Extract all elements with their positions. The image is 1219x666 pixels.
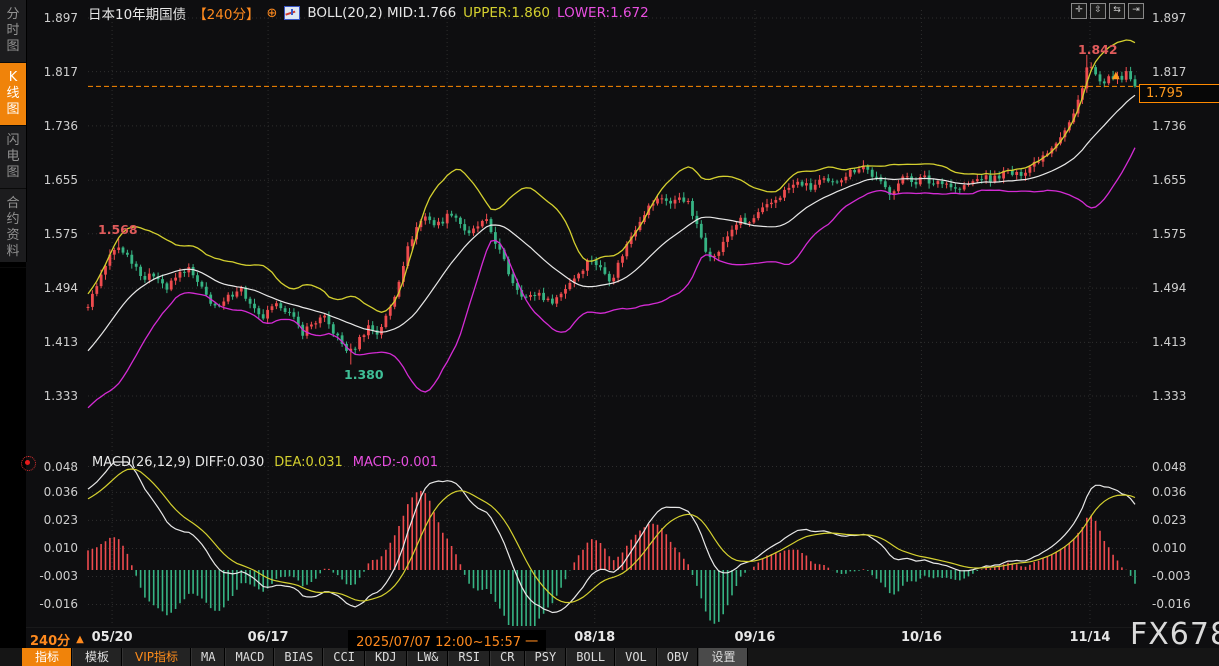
add-indicator-icon[interactable]: ⊕ bbox=[266, 6, 277, 21]
toolbar-button-MACD[interactable]: MACD bbox=[225, 648, 274, 666]
macd-name-diff: MACD(26,12,9) DIFF:0.030 bbox=[92, 455, 264, 470]
price-axis-label: 1.655 bbox=[1152, 173, 1212, 187]
price-axis-label: 1.897 bbox=[18, 11, 78, 25]
macd-axis-label: -0.016 bbox=[1152, 597, 1212, 611]
boll-lower-value: LOWER:1.672 bbox=[557, 5, 649, 21]
toolbar-button-BIAS[interactable]: BIAS bbox=[274, 648, 323, 666]
x-axis-tick: 11/14 bbox=[1070, 630, 1111, 645]
macd-axis-label: 0.048 bbox=[18, 460, 78, 474]
macd-axis-label: -0.016 bbox=[18, 597, 78, 611]
x-axis-row bbox=[26, 628, 1219, 648]
macd-dea-value: DEA:0.031 bbox=[274, 455, 343, 470]
trading-app-window: 日本10年期国债 【240分】 ⊕ BOLL(20,2) MID:1.766 U… bbox=[0, 0, 1219, 666]
indicator-toolbar: 指标模板VIP指标MAMACDBIASCCIKDJLW&RSICRPSYBOLL… bbox=[0, 648, 1219, 666]
macd-axis-label: 0.048 bbox=[1152, 460, 1212, 474]
price-axis-label: 1.413 bbox=[1152, 335, 1212, 349]
toolbar-button-VIP指标[interactable]: VIP指标 bbox=[122, 648, 191, 666]
last-price-box: 1.795 bbox=[1139, 84, 1219, 103]
x-axis-selected-range: 2025/07/07 12:00~15:57 一 bbox=[348, 630, 546, 651]
macd-axis-label: 0.036 bbox=[18, 485, 78, 499]
price-axis-label: 1.333 bbox=[18, 389, 78, 403]
price-axis-label: 1.817 bbox=[1152, 65, 1212, 79]
fit-horizontal-icon[interactable]: ⇆ bbox=[1109, 3, 1125, 19]
chart-title-row: 日本10年期国债 【240分】 ⊕ BOLL(20,2) MID:1.766 U… bbox=[88, 4, 649, 22]
last-price-marker-icon: ▲ bbox=[1112, 70, 1120, 81]
macd-axis-label: -0.003 bbox=[18, 569, 78, 583]
toolbar-button-MA[interactable]: MA bbox=[191, 648, 225, 666]
toolbar-button-OBV[interactable]: OBV bbox=[657, 648, 699, 666]
macd-axis-label: 0.036 bbox=[1152, 485, 1212, 499]
macd-axis-label: 0.023 bbox=[1152, 513, 1212, 527]
toolbar-button-VOL[interactable]: VOL bbox=[615, 648, 657, 666]
macd-header: MACD(26,12,9) DIFF:0.030 DEA:0.031 MACD:… bbox=[92, 455, 438, 470]
price-axis-label: 1.333 bbox=[1152, 389, 1212, 403]
price-axis-label: 1.575 bbox=[1152, 227, 1212, 241]
boll-upper-value: UPPER:1.860 bbox=[463, 5, 550, 21]
price-axis-label: 1.736 bbox=[18, 119, 78, 133]
toolbar-button-BOLL[interactable]: BOLL bbox=[566, 648, 615, 666]
macd-axis-label: 0.023 bbox=[18, 513, 78, 527]
price-axis-label: 1.817 bbox=[18, 65, 78, 79]
price-annotation: 1.380 bbox=[344, 367, 384, 382]
x-axis-tick: 09/16 bbox=[734, 630, 775, 645]
macd-axis-label: 0.010 bbox=[18, 541, 78, 555]
period-up-arrow-icon: ▲ bbox=[76, 634, 84, 645]
toolbar-button-设置[interactable]: 设置 bbox=[698, 648, 748, 666]
x-axis-tick: 08/18 bbox=[574, 630, 615, 645]
instrument-title: 日本10年期国债 bbox=[88, 3, 186, 23]
price-axis-label: 1.413 bbox=[18, 335, 78, 349]
price-axis-label: 1.494 bbox=[18, 281, 78, 295]
fit-vertical-icon[interactable]: ⇳ bbox=[1090, 3, 1106, 19]
price-axis-label: 1.655 bbox=[18, 173, 78, 187]
price-annotation: 1.842 bbox=[1078, 42, 1118, 57]
price-axis-label: 1.736 bbox=[1152, 119, 1212, 133]
price-axis-label: 1.494 bbox=[1152, 281, 1212, 295]
macd-bar-value: MACD:-0.001 bbox=[353, 455, 438, 470]
toolbar-button-模板[interactable]: 模板 bbox=[72, 648, 122, 666]
pan-tool-icon[interactable]: ✛ bbox=[1071, 3, 1087, 19]
fx678-watermark: FX678 bbox=[1130, 617, 1219, 652]
toolbar-button-指标[interactable]: 指标 bbox=[22, 648, 72, 666]
macd-axis-label: -0.003 bbox=[1152, 569, 1212, 583]
chart-background bbox=[26, 0, 1219, 648]
sidebar-tab-timeshare[interactable]: 分 时 图 bbox=[0, 0, 26, 63]
price-axis-label: 1.575 bbox=[18, 227, 78, 241]
chart-tool-buttons: ✛⇳⇆⇥ bbox=[1071, 3, 1144, 19]
x-axis-tick: 06/17 bbox=[248, 630, 289, 645]
price-annotation: 1.568 bbox=[98, 222, 138, 237]
x-axis-tick: 10/16 bbox=[901, 630, 942, 645]
kline-icon bbox=[284, 6, 300, 20]
period-selector[interactable]: 240分▲ bbox=[30, 630, 84, 649]
scroll-right-icon[interactable]: ⇥ bbox=[1128, 3, 1144, 19]
boll-values: BOLL(20,2) MID:1.766 bbox=[307, 5, 456, 21]
x-axis-tick: 05/20 bbox=[92, 630, 133, 645]
macd-axis-label: 0.010 bbox=[1152, 541, 1212, 555]
period-badge[interactable]: 【240分】 bbox=[193, 3, 259, 23]
price-axis-label: 1.897 bbox=[1152, 11, 1212, 25]
